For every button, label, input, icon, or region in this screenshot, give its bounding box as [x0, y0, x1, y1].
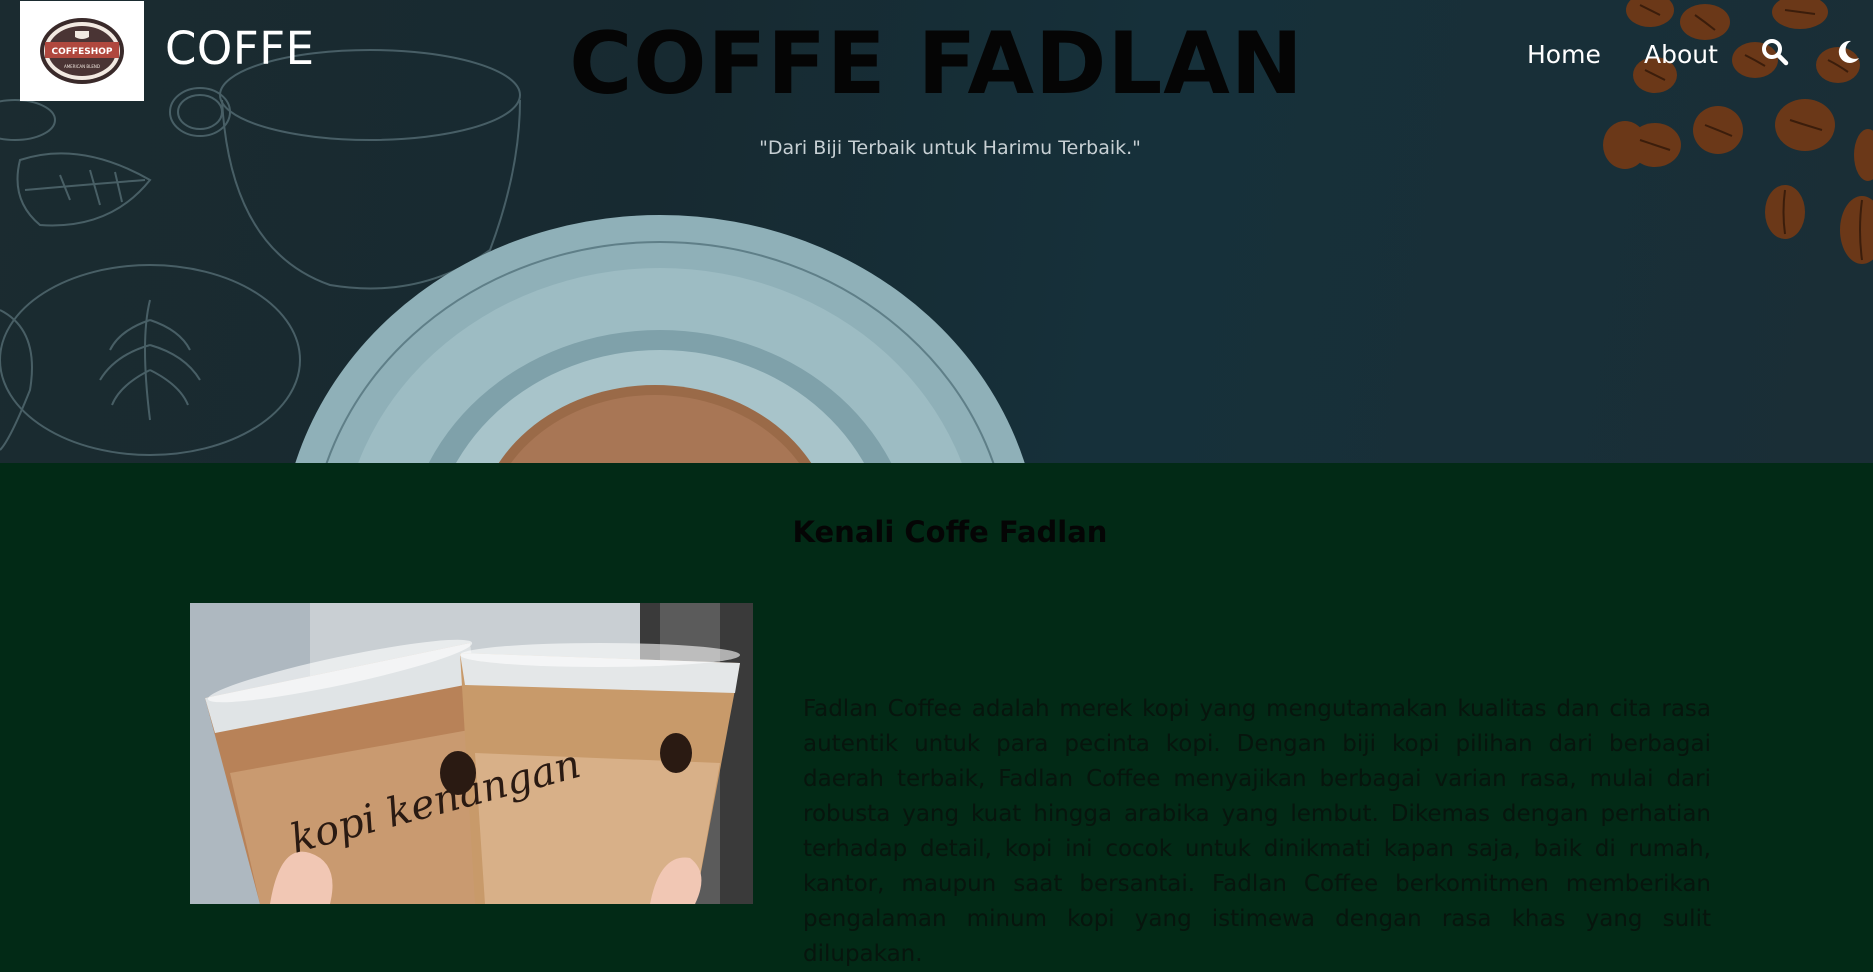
nav-about-link[interactable]: About	[1644, 34, 1718, 74]
search-icon	[1762, 39, 1789, 66]
iced-coffee-photo: kopi kenangan	[190, 603, 753, 904]
nav-home-link[interactable]: Home	[1527, 34, 1601, 74]
hero-section: COFFESHOP AMERICAN BLEND COFFE COFFE FAD…	[0, 0, 1873, 463]
theme-toggle-button[interactable]	[1832, 36, 1864, 68]
about-paragraph: Fadlan Coffee adalah merek kopi yang men…	[803, 696, 1711, 967]
moon-icon	[1838, 40, 1859, 63]
about-photo: kopi kenangan	[190, 603, 753, 904]
about-heading: Kenali Coffe Fadlan	[792, 515, 1108, 549]
search-button[interactable]	[1759, 36, 1791, 68]
hero-tagline: "Dari Biji Terbaik untuk Harimu Terbaik.…	[759, 137, 1141, 159]
about-section: Kenali Coffe Fadlan kopi kenangan Fadlan	[0, 463, 1873, 967]
